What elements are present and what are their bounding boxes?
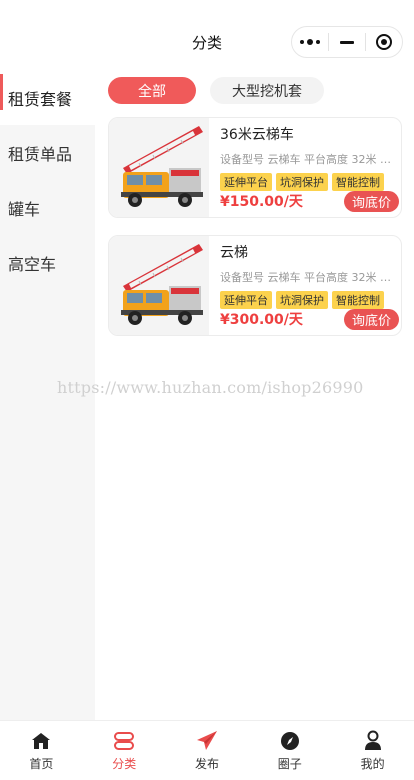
ask-price-button[interactable]: 询底价 [344, 309, 399, 330]
tab-circle[interactable]: 圈子 [248, 721, 331, 780]
tab-label: 我的 [360, 756, 385, 771]
sidebar-item-rental-package[interactable]: 租赁套餐 [0, 70, 95, 125]
sidebar-item-label: 罐车 [8, 199, 41, 219]
product-tag: 智能控制 [332, 291, 384, 309]
filter-chips: 全部 大型挖机套 [108, 77, 324, 104]
bottom-tab-bar: 首页 分类 发布 圈子 我的 [0, 720, 414, 780]
sidebar-item-label: 高空车 [8, 254, 57, 274]
home-icon [30, 730, 52, 752]
product-title: 36米云梯车 [220, 127, 294, 143]
sidebar-item-tanker[interactable]: 罐车 [0, 180, 95, 235]
user-icon [362, 730, 384, 752]
compass-icon [279, 730, 301, 752]
product-card[interactable]: 36米云梯车 设备型号 云梯车 平台高度 32米 专… 延伸平台 坑洞保护 智能… [108, 117, 402, 218]
category-icon [113, 730, 135, 752]
watermark-text: https://www.huzhan.com/ishop26990 [57, 378, 364, 397]
product-tag: 智能控制 [332, 173, 384, 191]
tab-label: 分类 [112, 756, 137, 771]
more-button[interactable] [292, 27, 328, 57]
minimize-button[interactable] [329, 27, 365, 57]
nav-bar: 分类 [0, 0, 414, 70]
product-info: 云梯 设备型号 云梯车 平台高度 32米 专… 延伸平台 坑洞保护 智能控制 [220, 242, 400, 309]
ladder-truck-icon [121, 244, 203, 325]
product-card[interactable]: 云梯 设备型号 云梯车 平台高度 32米 专… 延伸平台 坑洞保护 智能控制 ¥… [108, 235, 402, 336]
minimize-icon [340, 40, 354, 44]
more-dots-icon [300, 39, 320, 45]
sidebar-item-label: 租赁单品 [8, 144, 73, 164]
ladder-truck-icon [121, 126, 203, 207]
product-tag: 坑洞保护 [276, 173, 328, 191]
product-info: 36米云梯车 设备型号 云梯车 平台高度 32米 专… 延伸平台 坑洞保护 智能… [220, 124, 400, 191]
tab-label: 圈子 [277, 756, 302, 771]
product-specs: 设备型号 云梯车 平台高度 32米 专… [220, 153, 400, 166]
tab-publish[interactable]: 发布 [166, 721, 249, 780]
product-tags: 延伸平台 坑洞保护 智能控制 [220, 291, 395, 309]
product-tag: 坑洞保护 [276, 291, 328, 309]
product-tags: 延伸平台 坑洞保护 智能控制 [220, 173, 395, 191]
tab-mine[interactable]: 我的 [331, 721, 414, 780]
tab-label: 首页 [29, 756, 54, 771]
product-price: ¥150.00/天 [220, 194, 303, 210]
product-title: 云梯 [220, 245, 248, 261]
product-specs: 设备型号 云梯车 平台高度 32米 专… [220, 271, 400, 284]
tab-label: 发布 [194, 756, 219, 771]
sidebar-item-aerial-vehicle[interactable]: 高空车 [0, 235, 95, 290]
mini-program-capsule [291, 26, 403, 58]
send-icon [196, 730, 218, 752]
sidebar-item-label: 租赁套餐 [8, 89, 73, 109]
close-button[interactable] [366, 27, 402, 57]
product-image [109, 236, 209, 335]
product-price: ¥300.00/天 [220, 312, 303, 328]
product-tag: 延伸平台 [220, 173, 272, 191]
product-tag: 延伸平台 [220, 291, 272, 309]
tab-home[interactable]: 首页 [0, 721, 83, 780]
sidebar-item-rental-single[interactable]: 租赁单品 [0, 125, 95, 180]
product-image [109, 118, 209, 217]
ask-price-button[interactable]: 询底价 [344, 191, 399, 212]
filter-chip-excavator[interactable]: 大型挖机套 [210, 77, 324, 104]
target-icon [376, 34, 392, 50]
tab-category[interactable]: 分类 [83, 721, 166, 780]
filter-chip-all[interactable]: 全部 [108, 77, 196, 104]
